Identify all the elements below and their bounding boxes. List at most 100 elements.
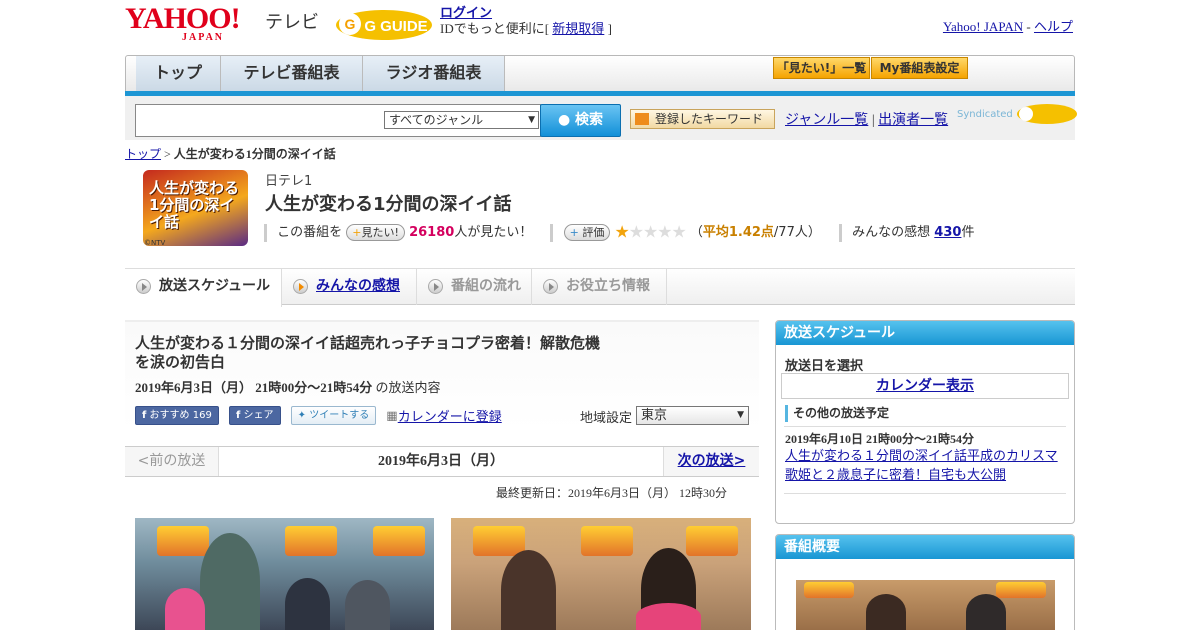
syndicated-label: Syndicated <box>957 109 1013 120</box>
breadcrumb-separator: > <box>164 147 171 161</box>
last-updated: 最終更新日：2019年6月3日（月） 12時30分 <box>496 486 728 500</box>
stat-divider <box>264 223 267 242</box>
other-broadcast-time: 2019年6月10日 21時00分～21時54分 <box>785 432 975 446</box>
broadcast-datetime: 2019年6月3日（月） 21時00分～21時54分 <box>135 380 373 395</box>
tab-impressions[interactable]: みんなの感想 <box>282 269 417 305</box>
impressions-count-link[interactable]: 430 <box>934 225 961 240</box>
program-stats: この番組を +見たい! 26180人が見たい！ + 評価 ★★★★★ （平均1.… <box>264 221 975 243</box>
program-logo: 人生が変わる1分間の深イイ話 <box>143 170 248 246</box>
nav-tab-tv-schedule[interactable]: テレビ番組表 <box>221 56 363 91</box>
genre-list-link[interactable]: ジャンル一覧 <box>785 113 868 128</box>
calendar-register-link[interactable]: カレンダーに登録 <box>398 409 502 424</box>
top-link-separator: - <box>1026 19 1031 34</box>
login-area: ログイン IDでもっと便利に[ 新規取得 ] <box>440 5 612 37</box>
region-select[interactable]: 東京 ▼ <box>636 406 749 425</box>
search-button[interactable]: ● 検索 <box>540 104 621 137</box>
help-link[interactable]: ヘルプ <box>1034 19 1073 34</box>
facebook-recommend-button[interactable]: f おすすめ 169 <box>135 406 219 425</box>
breadcrumb-current: 人生が変わる1分間の深イイ話 <box>173 147 336 161</box>
calendar-view-link[interactable]: カレンダー表示 <box>781 373 1069 399</box>
twitter-bird-icon: ✦ <box>297 410 307 421</box>
tab-schedule-label: 放送スケジュール <box>159 278 271 294</box>
mitai-button[interactable]: +見たい! <box>346 224 405 241</box>
facebook-icon: f <box>142 410 147 421</box>
yahoo-tv-logo[interactable]: YAHOO! JAPAN テレビ <box>125 4 325 44</box>
select-date-label: 放送日を選択 <box>785 359 864 374</box>
broadcast-datetime-suffix: の放送内容 <box>375 380 441 395</box>
calendar-icon: ▦ <box>386 408 398 423</box>
facebook-share-label: シェア <box>243 410 274 421</box>
sublink-divider: | <box>871 113 875 128</box>
broadcast-time: 2019年6月3日（月） 21時00分～21時54分 の放送内容 <box>135 377 441 396</box>
region-label: 地域設定 <box>580 411 633 426</box>
down-arrow-icon <box>635 113 649 125</box>
genre-select[interactable]: すべてのジャンル ▼ <box>384 111 539 129</box>
region-value: 東京 <box>641 408 668 423</box>
other-broadcast-link[interactable]: 人生が変わる１分間の深イイ話平成のカリスマ歌姫と２歳息子に密着！自宅も大公開 <box>785 447 1070 485</box>
prev-broadcast: <前の放送 <box>125 447 219 476</box>
rating-stars: ★★★★★ <box>614 222 686 243</box>
mitai-list-button[interactable]: 「見たい!」一覧 <box>773 57 870 79</box>
copyright: ©NTV <box>144 239 166 247</box>
facebook-recommend-count: 169 <box>192 410 212 421</box>
genre-selected: すべてのジャンル <box>389 113 484 127</box>
breadcrumb-top-link[interactable]: トップ <box>125 147 161 161</box>
yahoo-japan-sub: JAPAN <box>182 32 225 43</box>
tab-useful-info-label: お役立ち情報 <box>566 278 650 294</box>
tab-schedule[interactable]: 放送スケジュール <box>125 269 282 307</box>
gguide-logo[interactable]: G G GUIDE <box>334 6 434 42</box>
impressions-label: みんなの感想 <box>852 225 931 240</box>
tweet-button[interactable]: ✦ ツイートする <box>290 406 377 425</box>
tab-useful-info: お役立ち情報 <box>532 269 667 305</box>
cast-list-link[interactable]: 出演者一覧 <box>878 113 948 128</box>
nav-tab-radio-schedule[interactable]: ラジオ番組表 <box>363 56 505 91</box>
dropdown-arrow-icon: ▼ <box>737 410 744 420</box>
yahoo-japan-link[interactable]: Yahoo! JAPAN <box>943 19 1023 34</box>
broadcast-photo-1 <box>135 518 434 630</box>
channel-name: 日テレ1 <box>265 174 313 189</box>
avg-rating: 平均1.42点 <box>702 225 774 240</box>
share-buttons: f おすすめ 169 f シェア ✦ ツイートする ▦カレンダーに登録 <box>135 406 502 426</box>
facebook-share-button[interactable]: f シェア <box>228 406 281 425</box>
want-count: 26180 <box>409 225 455 240</box>
stat-divider <box>839 223 842 242</box>
broadcast-title: 人生が変わる１分間の深イイ話超売れっ子チョコプラ密着！解散危機を涙の初告白 <box>135 334 601 371</box>
registered-keyword-button[interactable]: 登録したキーワード <box>630 109 775 129</box>
my-schedule-button[interactable]: My番組表設定 <box>871 57 968 79</box>
gguide-logo-graphic: G G GUIDE <box>336 10 432 40</box>
avg-open: （ <box>689 225 703 240</box>
dropdown-arrow-icon: ▼ <box>528 115 535 125</box>
play-circle-icon <box>543 279 558 294</box>
id-text: IDでもっと便利に[ <box>440 21 550 36</box>
login-link[interactable]: ログイン <box>440 5 492 20</box>
tab-impressions-label: みんなの感想 <box>316 278 400 294</box>
next-broadcast-link[interactable]: 次の放送> <box>663 447 759 476</box>
rate-button[interactable]: + 評価 <box>563 224 611 241</box>
service-name: テレビ <box>265 12 319 33</box>
search-button-label: 検索 <box>575 112 604 128</box>
gguide-small-logo-icon <box>1016 104 1077 124</box>
broadcast-pager: <前の放送 2019年6月3日（月） 次の放送> <box>125 446 759 477</box>
svg-text:G: G <box>345 16 356 32</box>
search-sublinks: ジャンル一覧 | 出演者一覧 <box>785 109 948 129</box>
nav-tab-top[interactable]: トップ <box>136 56 221 91</box>
impressions-suffix: 件 <box>961 225 975 240</box>
program-tabs: 放送スケジュール みんなの感想 番組の流れ お役立ち情報 <box>125 268 1075 307</box>
tab-flow-label: 番組の流れ <box>451 278 521 294</box>
want-suffix: 人が見たい！ <box>454 225 533 240</box>
summary-sidebar-header: 番組概要 <box>776 535 1074 559</box>
program-logo-text: 人生が変わる1分間の深イイ話 <box>149 179 240 231</box>
play-circle-icon <box>293 279 308 294</box>
play-circle-icon <box>136 279 151 294</box>
current-broadcast-date: 2019年6月3日（月） <box>219 447 663 476</box>
divider <box>784 426 1066 427</box>
program-title: 人生が変わる1分間の深イイ話 <box>265 194 512 215</box>
divider <box>784 493 1066 494</box>
signup-link[interactable]: 新規取得 <box>552 21 604 36</box>
avg-count: /77人） <box>773 225 821 240</box>
tab-flow: 番組の流れ <box>417 269 532 305</box>
facebook-recommend-label: おすすめ <box>149 410 190 421</box>
registered-keyword-label: 登録したキーワード <box>655 112 764 126</box>
rate-button-label: 評価 <box>582 226 605 239</box>
breadcrumb: トップ > 人生が変わる1分間の深イイ話 <box>125 145 336 162</box>
